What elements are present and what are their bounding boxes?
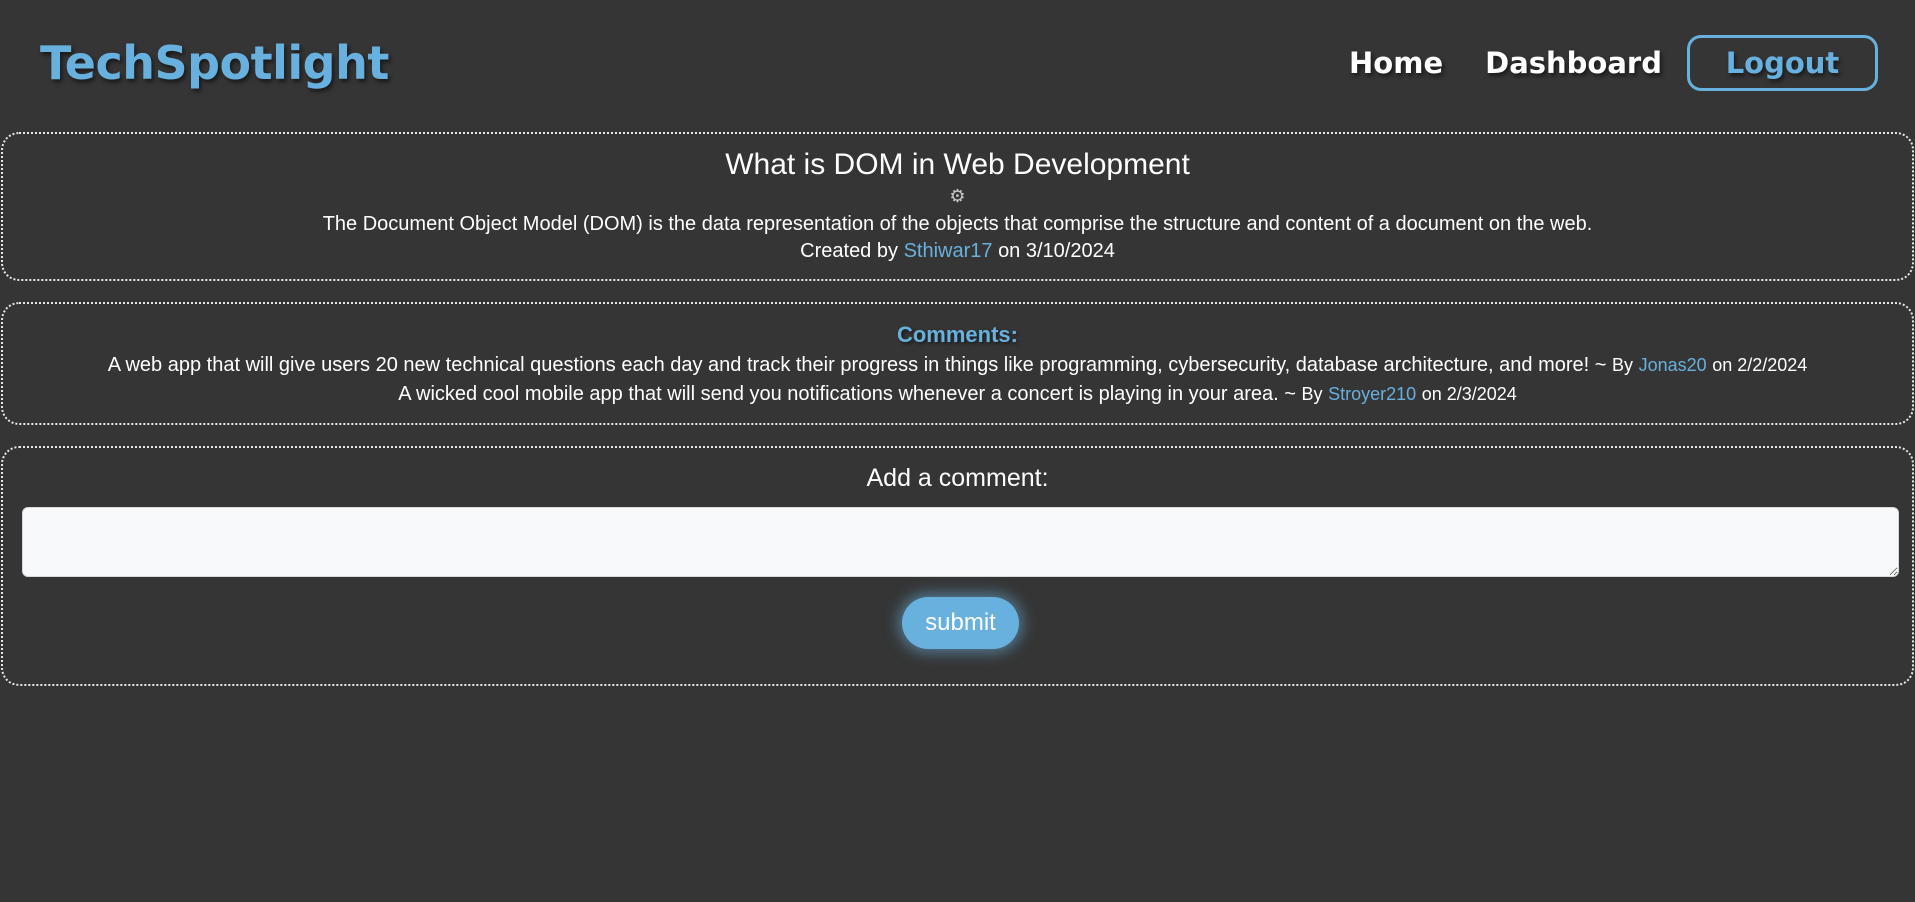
logout-button[interactable]: Logout (1687, 35, 1878, 91)
comment-author-link[interactable]: Jonas20 (1639, 355, 1707, 375)
comments-heading: Comments: (896, 322, 1018, 347)
comments-card: Comments: A web app that will give users… (1, 302, 1914, 425)
post-card: What is DOM in Web Development ⚙ The Doc… (1, 132, 1914, 281)
top-navbar: TechSpotlight Home Dashboard Logout (0, 0, 1915, 126)
post-author-link[interactable]: Sthiwar17 (904, 240, 993, 262)
comment-date: on 2/2/2024 (1712, 355, 1808, 375)
submit-button[interactable]: submit (902, 597, 1019, 649)
add-comment-card: Add a comment: submit (1, 446, 1914, 686)
comment-by: By (1301, 384, 1323, 404)
nav-menu: Home Dashboard Logout (1349, 35, 1878, 91)
post-date: on 3/10/2024 (998, 240, 1115, 262)
comment-by: By (1612, 355, 1634, 375)
post-body: The Document Object Model (DOM) is the d… (322, 213, 1593, 235)
post-title: What is DOM in Web Development (725, 148, 1190, 181)
post-meta: Created by Sthiwar17 on 3/10/2024 (3, 238, 1912, 264)
comment-text: A wicked cool mobile app that will send … (398, 383, 1296, 405)
created-by-label: Created by (800, 240, 898, 262)
nav-dashboard-link[interactable]: Dashboard (1485, 46, 1662, 80)
comment-item: A wicked cool mobile app that will send … (3, 381, 1912, 407)
comment-author-link[interactable]: Stroyer210 (1328, 384, 1416, 404)
add-comment-label: Add a comment: (866, 464, 1049, 492)
brand-logo[interactable]: TechSpotlight (40, 33, 389, 93)
comment-text: A web app that will give users 20 new te… (107, 354, 1607, 376)
comment-item: A web app that will give users 20 new te… (3, 352, 1912, 378)
gear-icon: ⚙ (949, 186, 966, 206)
comment-input[interactable] (22, 507, 1899, 577)
nav-home-link[interactable]: Home (1349, 46, 1443, 80)
comment-date: on 2/3/2024 (1421, 384, 1517, 404)
